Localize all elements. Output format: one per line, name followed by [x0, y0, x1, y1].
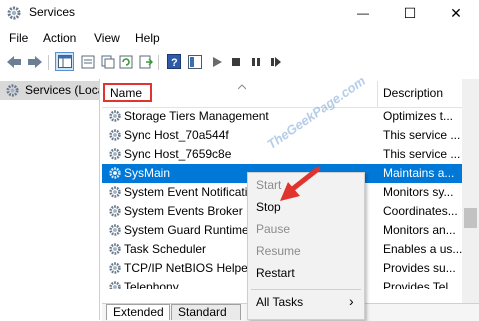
minimize-icon: —	[357, 6, 369, 20]
pause-icon[interactable]	[246, 52, 265, 71]
window-title: Services	[29, 5, 76, 19]
toolbar-separator	[158, 55, 159, 70]
menu-help[interactable]: Help	[135, 31, 160, 45]
service-row[interactable]: Storage Tiers Management Optimizes t...	[102, 107, 462, 126]
context-menu-item-restart[interactable]: Restart	[256, 266, 295, 280]
copy-icon[interactable]	[98, 52, 117, 71]
service-description: Optimizes t...	[383, 109, 454, 123]
export-list-icon[interactable]	[136, 52, 155, 71]
stop-icon[interactable]	[226, 52, 245, 71]
service-description: Maintains a...	[383, 166, 455, 180]
minimize-button[interactable]: —	[340, 0, 386, 26]
service-description: Coordinates...	[383, 204, 458, 218]
service-gear-icon	[108, 280, 122, 289]
service-description: Monitors an...	[383, 223, 456, 237]
services-gear-icon	[6, 5, 22, 21]
service-name: Storage Tiers Management	[124, 109, 269, 123]
help-icon[interactable]: ?	[164, 52, 183, 71]
maximize-icon: ☐	[403, 4, 417, 21]
menu-file[interactable]: File	[9, 31, 28, 45]
service-description: Enables a us...	[383, 242, 462, 256]
service-gear-icon	[108, 166, 122, 180]
service-gear-icon	[108, 223, 122, 237]
context-menu-item-pause[interactable]: Pause	[256, 222, 290, 236]
service-gear-icon	[108, 109, 122, 123]
service-description: Provides su...	[383, 261, 456, 275]
annotation-arrow	[280, 166, 321, 201]
tree-item-label: Services (Local)	[25, 83, 99, 97]
service-gear-icon	[108, 185, 122, 199]
service-gear-icon	[108, 204, 122, 218]
service-gear-icon	[108, 242, 122, 256]
console-tree-pane	[0, 79, 100, 320]
service-description: This service ...	[383, 147, 461, 161]
menu-separator	[251, 289, 361, 290]
properties-sheet-icon[interactable]	[78, 52, 97, 71]
play-icon[interactable]	[207, 52, 226, 71]
service-gear-icon	[108, 261, 122, 275]
scrollbar-thumb[interactable]	[464, 208, 477, 228]
svg-text:?: ?	[171, 57, 178, 69]
menu-view[interactable]: View	[94, 31, 120, 45]
service-gear-icon	[108, 147, 122, 161]
sort-ascending-icon	[237, 79, 247, 93]
service-name: Sync Host_70a544f	[124, 128, 229, 142]
column-divider[interactable]	[377, 81, 378, 107]
vertical-scrollbar[interactable]	[462, 79, 479, 303]
submenu-arrow-icon: ›	[349, 293, 354, 309]
refresh-icon[interactable]	[116, 52, 135, 71]
close-button[interactable]: ✕	[433, 0, 479, 26]
service-description: This service ...	[383, 128, 461, 142]
column-header-name[interactable]: Name	[110, 86, 142, 100]
services-gear-icon	[5, 83, 20, 98]
service-description: Provides Tel...	[383, 280, 459, 289]
view-pane-icon[interactable]	[185, 52, 204, 71]
console-tree-icon[interactable]	[55, 52, 74, 71]
close-icon: ✕	[450, 4, 462, 21]
forward-arrow-icon[interactable]	[25, 52, 44, 71]
maximize-button[interactable]: ☐	[387, 0, 433, 26]
tab-standard[interactable]: Standard	[171, 304, 241, 320]
context-menu-item-resume[interactable]: Resume	[256, 244, 301, 258]
toolbar-separator	[48, 55, 49, 70]
context-menu-item-all-tasks[interactable]: All Tasks	[256, 295, 303, 309]
tab-extended[interactable]: Extended	[106, 304, 170, 320]
column-header-description[interactable]: Description	[383, 86, 443, 100]
service-description: Monitors sy...	[383, 185, 454, 199]
service-gear-icon	[108, 128, 122, 142]
back-arrow-icon[interactable]	[4, 52, 23, 71]
service-name: Sync Host_7659c8e	[124, 147, 232, 161]
service-row[interactable]: Sync Host_7659c8e This service ...	[102, 145, 462, 164]
menu-action[interactable]: Action	[43, 31, 76, 45]
restart-icon[interactable]	[266, 52, 285, 71]
